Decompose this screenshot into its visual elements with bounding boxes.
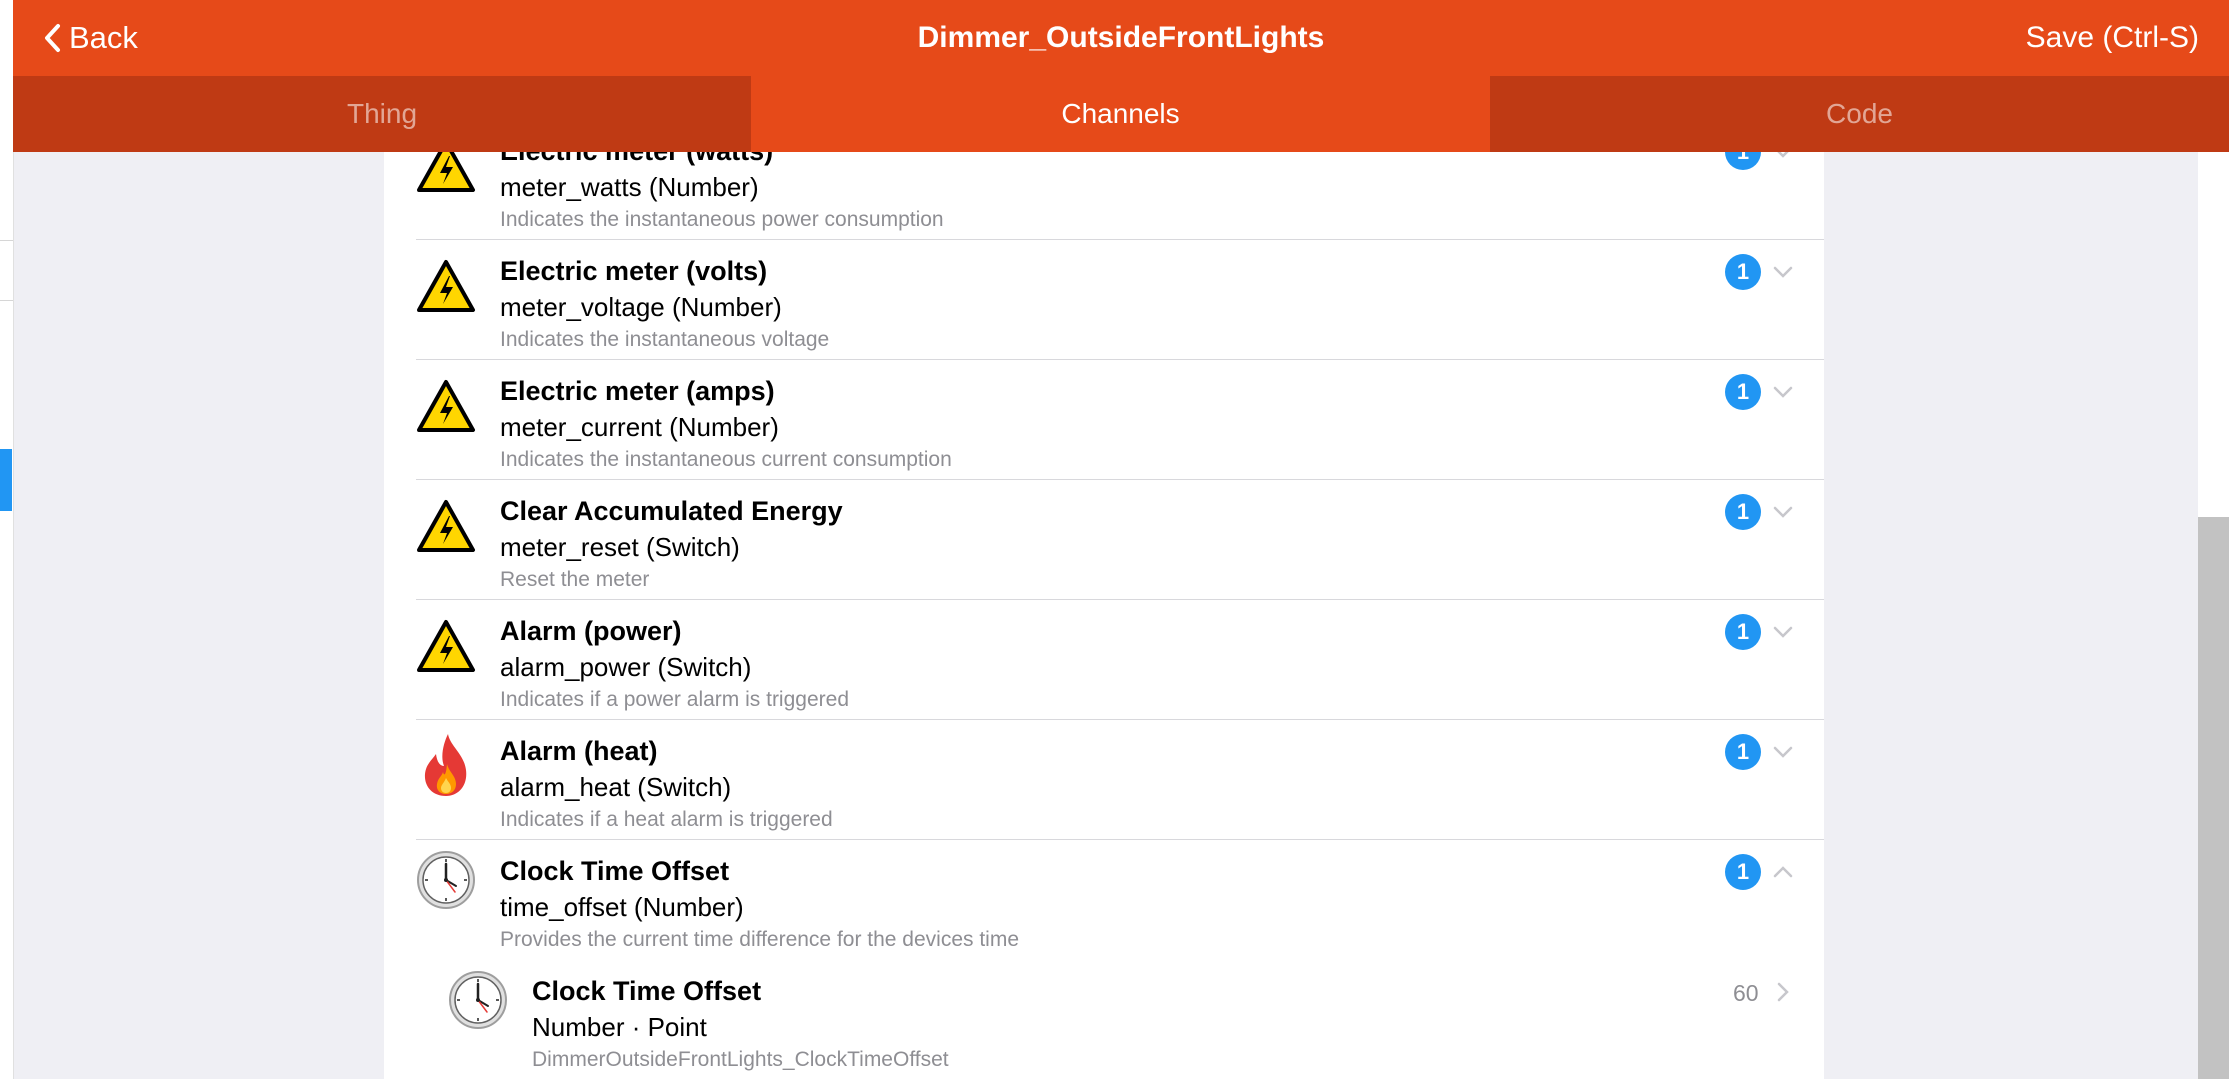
tab-channels[interactable]: Channels xyxy=(751,76,1490,152)
link-count-badge[interactable]: 1 xyxy=(1725,494,1761,530)
chevron-down-icon[interactable] xyxy=(1771,380,1795,404)
channel-item-meter-reset[interactable]: Clear Accumulated Energy meter_reset (Sw… xyxy=(384,480,1824,600)
page-title: Dimmer_OutsideFrontLights xyxy=(917,21,1325,54)
link-count-badge[interactable]: 1 xyxy=(1725,854,1761,890)
warning-icon xyxy=(416,152,476,198)
link-count-badge[interactable]: 1 xyxy=(1725,254,1761,290)
linked-item-title: Clock Time Offset xyxy=(532,976,762,1006)
background-panel xyxy=(0,0,14,1079)
channel-id: alarm_power (Switch) xyxy=(500,652,752,682)
clock-icon xyxy=(416,850,476,910)
chevron-right-icon[interactable] xyxy=(1771,980,1795,1004)
channel-description: Indicates the instantaneous current cons… xyxy=(500,448,952,471)
clock-icon xyxy=(448,970,508,1030)
channel-id: time_offset (Number) xyxy=(500,892,744,922)
chevron-down-icon[interactable] xyxy=(1771,152,1795,164)
channel-item-meter-current[interactable]: Electric meter (amps) meter_current (Num… xyxy=(384,360,1824,480)
chevron-down-icon[interactable] xyxy=(1771,260,1795,284)
linked-item-clock-time-offset[interactable]: Clock Time Offset Number · Point DimmerO… xyxy=(384,960,1824,1079)
channel-id: meter_voltage (Number) xyxy=(500,292,782,322)
channel-title: Alarm (power) xyxy=(500,616,682,646)
fire-icon xyxy=(416,730,476,796)
link-count-badge[interactable]: 1 xyxy=(1725,614,1761,650)
channel-item-alarm-power[interactable]: Alarm (power) alarm_power (Switch) Indic… xyxy=(384,600,1824,720)
channel-description: Indicates the instantaneous voltage xyxy=(500,328,830,351)
channel-item-time-offset[interactable]: Clock Time Offset time_offset (Number) P… xyxy=(384,840,1824,960)
divider xyxy=(0,300,13,301)
chevron-down-icon[interactable] xyxy=(1771,740,1795,764)
channel-item-meter-voltage[interactable]: Electric meter (volts) meter_voltage (Nu… xyxy=(384,240,1824,360)
divider xyxy=(0,240,13,241)
channel-description: Reset the meter xyxy=(500,568,650,591)
link-count-badge[interactable]: 1 xyxy=(1725,152,1761,170)
linked-item-name: DimmerOutsideFrontLights_ClockTimeOffset xyxy=(532,1048,949,1071)
chevron-down-icon[interactable] xyxy=(1771,620,1795,644)
channel-title: Electric meter (watts) xyxy=(500,152,773,167)
warning-icon xyxy=(416,498,476,558)
tab-bar: Thing Channels Code xyxy=(13,76,2229,152)
channel-id: meter_current (Number) xyxy=(500,412,779,442)
channel-title: Alarm (heat) xyxy=(500,736,658,766)
channel-title: Clock Time Offset xyxy=(500,856,730,886)
channel-id: meter_reset (Switch) xyxy=(500,532,740,562)
channel-description: Provides the current time difference for… xyxy=(500,928,1020,951)
channel-title: Electric meter (volts) xyxy=(500,256,768,286)
warning-icon xyxy=(416,258,476,318)
linked-item-type: Number · Point xyxy=(532,1012,707,1042)
channel-description: Indicates if a power alarm is triggered xyxy=(500,688,849,711)
channel-title: Clear Accumulated Energy xyxy=(500,496,843,526)
scrollbar-thumb[interactable] xyxy=(2198,517,2229,1079)
channel-description: Indicates if a heat alarm is triggered xyxy=(500,808,833,831)
linked-item-value: 60 xyxy=(1733,980,1759,1006)
navbar: Back Dimmer_OutsideFrontLights Save (Ctr… xyxy=(13,0,2229,76)
selection-indicator xyxy=(0,449,12,511)
save-button[interactable]: Save (Ctrl-S) xyxy=(2026,18,2199,58)
channel-description: Indicates the instantaneous power consum… xyxy=(500,208,944,231)
chevron-down-icon[interactable] xyxy=(1771,500,1795,524)
channel-id: meter_watts (Number) xyxy=(500,172,759,202)
channel-item-meter-watts[interactable]: Electric meter (watts) meter_watts (Numb… xyxy=(384,152,1824,240)
channel-list: Electric meter (watts) meter_watts (Numb… xyxy=(384,152,1824,1079)
warning-icon xyxy=(416,378,476,438)
link-count-badge[interactable]: 1 xyxy=(1725,374,1761,410)
tab-thing[interactable]: Thing xyxy=(13,76,751,152)
warning-icon xyxy=(416,618,476,678)
link-count-badge[interactable]: 1 xyxy=(1725,734,1761,770)
tab-code[interactable]: Code xyxy=(1490,76,2229,152)
channel-id: alarm_heat (Switch) xyxy=(500,772,732,802)
chevron-up-icon[interactable] xyxy=(1771,860,1795,884)
channel-title: Electric meter (amps) xyxy=(500,376,775,406)
channel-item-alarm-heat[interactable]: Alarm (heat) alarm_heat (Switch) Indicat… xyxy=(384,720,1824,840)
